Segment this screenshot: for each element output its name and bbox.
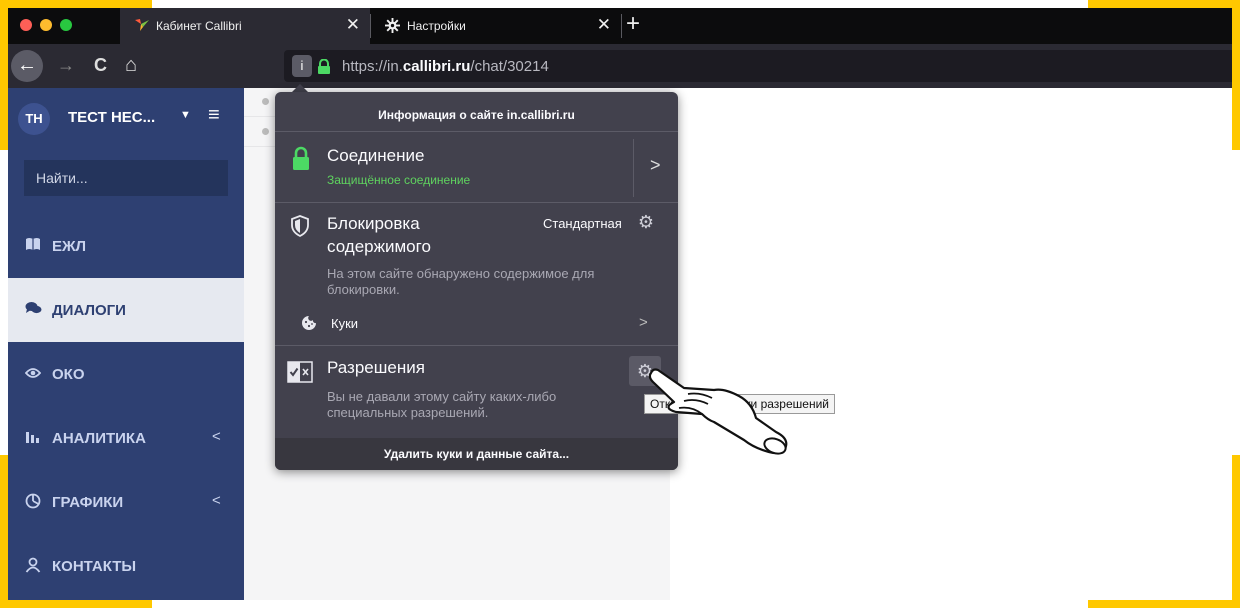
cookies-label: Куки [331, 316, 359, 331]
frame-corner-tl-h [0, 0, 152, 8]
connection-status: Защищённое соединение [327, 173, 471, 187]
home-button[interactable]: ⌂ [125, 54, 137, 76]
url-text: https://in.callibri.ru/chat/30214 [342, 58, 549, 75]
close-tab-icon[interactable]: ✕ [597, 16, 611, 33]
window-minimize-dot[interactable] [40, 19, 52, 31]
tab-label: Кабинет Callibri [156, 19, 242, 33]
lock-icon [317, 58, 331, 79]
account-header[interactable]: ТН ТЕСТ НЕС... ▼ ≡ [8, 88, 244, 150]
shield-icon [291, 215, 309, 242]
chat-panel [670, 88, 1232, 600]
lock-icon [291, 146, 311, 175]
close-tab-icon[interactable]: ✕ [346, 16, 360, 33]
sidebar-item-label: КОНТАКТЫ [52, 558, 137, 575]
clear-cookies-button[interactable]: Удалить куки и данные сайта... [275, 438, 678, 470]
account-name: ТЕСТ НЕС... [68, 109, 156, 126]
popup-title: Информация о сайте in.callibri.ru [378, 108, 575, 122]
frame-corner-bl-h [0, 600, 152, 608]
frame-corner-tl-v [0, 0, 8, 150]
permissions-icon [287, 360, 313, 389]
permissions-label: Разрешения [327, 358, 425, 377]
pie-chart-icon [24, 493, 42, 511]
hamburger-menu-icon[interactable]: ≡ [208, 104, 220, 127]
status-dot-icon [262, 98, 269, 105]
popup-body: Информация о сайте in.callibri.ru Соедин… [275, 92, 678, 470]
sidebar-item-label: ДИАЛОГИ [52, 302, 126, 319]
sidebar-item-ezhl[interactable]: ЕЖЛ [8, 214, 244, 278]
sidebar-item-oko[interactable]: ОКО [8, 342, 244, 406]
search-input[interactable]: Найти... [24, 160, 228, 196]
tab-settings[interactable]: Настройки ✕ [371, 8, 621, 44]
content-blocking-section: Блокировка содержимого Стандартная ⚙ На … [275, 203, 678, 345]
eye-icon [24, 365, 42, 383]
content-blocking-label-2: содержимого [327, 237, 431, 256]
permissions-description-1: Вы не давали этому сайту каких-либо [327, 389, 557, 404]
caret-down-icon[interactable]: ▼ [180, 109, 191, 121]
blocking-description-2: блокировки. [327, 282, 400, 297]
connection-label: Соединение [327, 146, 425, 165]
chevron-left-icon: < [212, 428, 221, 445]
frame-corner-br-h [1088, 600, 1240, 608]
gear-icon [385, 18, 400, 35]
permissions-description-2: специальных разрешений. [327, 405, 489, 420]
cookies-row[interactable]: Куки > [275, 308, 678, 338]
tab-callibri[interactable]: Кабинет Callibri ✕ [120, 8, 370, 44]
chevron-right-icon[interactable]: > [650, 155, 661, 176]
sidebar-item-label: АНАЛИТИКА [52, 430, 146, 447]
status-dot-icon [262, 128, 269, 135]
blocking-description-1: На этом сайте обнаружено содержимое для [327, 266, 595, 281]
site-info-icon[interactable]: i [292, 55, 312, 77]
reload-button[interactable]: C [94, 54, 107, 76]
sidebar-item-contacts[interactable]: КОНТАКТЫ [8, 534, 244, 598]
navigation-bar: ← → C ⌂ i https://in.callibri.ru/chat/30… [8, 44, 1232, 88]
bar-chart-icon [24, 429, 42, 447]
pointing-hand-cursor-icon [648, 368, 788, 455]
chevron-left-icon: < [212, 492, 221, 509]
site-info-popup: Информация о сайте in.callibri.ru Соедин… [275, 84, 678, 470]
clear-cookies-label: Удалить куки и данные сайта... [383, 447, 570, 461]
sidebar-item-dialogs[interactable]: ДИАЛОГИ [8, 278, 244, 342]
frame-corner-bl-v [0, 455, 8, 608]
book-icon [24, 237, 42, 255]
blocking-settings-gear-icon[interactable]: ⚙ [635, 211, 657, 233]
content-blocking-label-1: Блокировка [327, 214, 420, 233]
sidebar: ТН ТЕСТ НЕС... ▼ ≡ Найти... ЕЖЛ ДИАЛОГИ … [8, 88, 244, 600]
sidebar-item-label: ЕЖЛ [52, 238, 87, 255]
window-zoom-dot[interactable] [60, 19, 72, 31]
permissions-section: Разрешения ⚙ Вы не давали этому сайту ка… [275, 346, 678, 438]
blocking-mode: Стандартная [543, 216, 622, 231]
callibri-logo-icon [134, 18, 150, 34]
contacts-icon [24, 557, 42, 575]
forward-button[interactable]: → [57, 54, 75, 76]
sidebar-item-label: ГРАФИКИ [52, 494, 124, 511]
connection-row[interactable]: Соединение Защищённое соединение > [275, 132, 678, 202]
chevron-right-icon: > [639, 314, 648, 331]
chat-icon [24, 301, 42, 319]
window-close-dot[interactable] [20, 19, 32, 31]
sidebar-item-label: ОКО [52, 366, 85, 383]
cookie-icon [301, 315, 317, 336]
browser-window: Кабинет Callibri ✕ Настройки ✕ + ← → C ⌂… [8, 8, 1232, 600]
avatar: ТН [18, 103, 50, 135]
tab-bar: Кабинет Callibri ✕ Настройки ✕ + [8, 8, 1232, 44]
frame-corner-tr-h [1088, 0, 1240, 8]
divider [633, 139, 634, 197]
tab-label: Настройки [407, 19, 466, 33]
frame-corner-tr-v [1232, 0, 1240, 150]
new-tab-button[interactable]: + [626, 12, 640, 36]
sidebar-item-analytics[interactable]: АНАЛИТИКА < [8, 406, 244, 470]
back-button[interactable]: ← [11, 50, 43, 82]
tab-separator [621, 14, 622, 38]
sidebar-item-charts[interactable]: ГРАФИКИ < [8, 470, 244, 534]
address-bar[interactable]: i https://in.callibri.ru/chat/30214 [284, 50, 1232, 82]
frame-corner-br-v [1232, 455, 1240, 608]
